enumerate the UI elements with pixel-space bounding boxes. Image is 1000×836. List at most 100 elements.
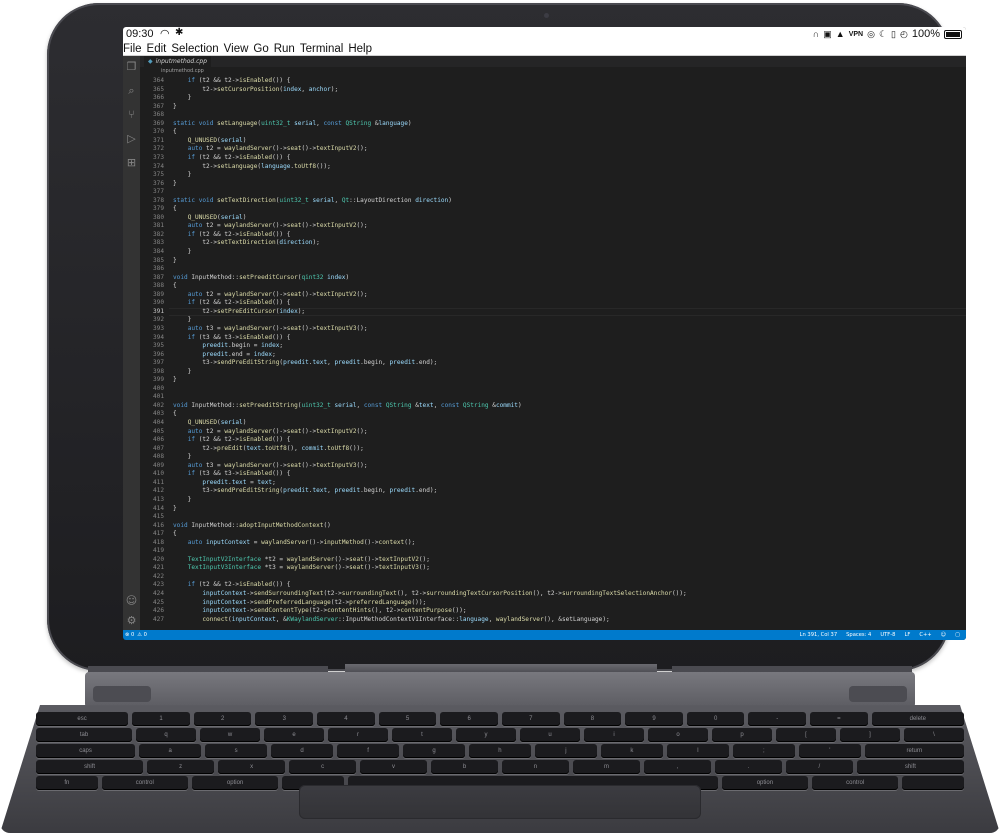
keyboard-key[interactable]: caps — [36, 744, 136, 758]
code-line[interactable]: auto t2 = waylandServer()->seat()->textI… — [173, 428, 368, 437]
code-line[interactable]: auto inputContext = waylandServer()->inp… — [173, 539, 416, 548]
menu-help[interactable]: Help — [348, 43, 372, 55]
code-line[interactable]: { — [173, 205, 177, 214]
menu-selection[interactable]: Selection — [171, 43, 218, 55]
keyboard-key[interactable]: \ — [904, 728, 964, 742]
keyboard-key[interactable] — [902, 776, 964, 790]
code-line[interactable]: if (t3 && t3->isEnabled()) { — [173, 334, 291, 343]
keyboard-key[interactable]: shift — [856, 760, 964, 774]
keyboard-key[interactable]: 9 — [625, 712, 683, 726]
search-icon[interactable]: ⌕ — [125, 84, 138, 97]
code-line[interactable]: static void setLanguage(uint32_t serial,… — [173, 120, 412, 129]
keyboard-key[interactable]: = — [810, 712, 868, 726]
keyboard-key[interactable]: c — [289, 760, 357, 774]
keyboard-key[interactable]: esc — [36, 712, 129, 726]
keyboard-key[interactable]: l — [666, 744, 729, 758]
keyboard-key[interactable]: - — [748, 712, 807, 726]
keyboard-key[interactable]: p — [712, 728, 772, 742]
code-line[interactable]: t2->setPreEditCursor(index); — [173, 308, 305, 317]
errors-count[interactable]: ⊗ 0 — [125, 630, 134, 640]
run-debug-icon[interactable]: ▷ — [125, 132, 138, 145]
keyboard-key[interactable]: ; — [732, 744, 795, 758]
keyboard-key[interactable]: 1 — [132, 712, 190, 726]
code-line[interactable]: Q_UNUSED(serial) — [173, 214, 247, 223]
keyboard-key[interactable]: 6 — [440, 712, 498, 726]
keyboard-key[interactable]: [ — [776, 728, 836, 742]
keyboard-key[interactable]: s — [205, 744, 268, 758]
code-line[interactable]: Q_UNUSED(serial) — [173, 419, 247, 428]
keyboard-key[interactable]: 8 — [563, 712, 622, 726]
keyboard-key[interactable]: 2 — [193, 712, 252, 726]
keyboard-key[interactable]: k — [600, 744, 663, 758]
keyboard-key[interactable]: b — [431, 760, 498, 774]
keyboard-key[interactable]: n — [501, 760, 569, 774]
code-line[interactable]: void InputMethod::setPreeditCursor(qint3… — [173, 274, 349, 283]
keyboard-key[interactable]: control — [812, 776, 899, 790]
code-line[interactable]: if (t2 && t2->isEnabled()) { — [173, 154, 291, 163]
code-line[interactable]: void InputMethod::setPreeditString(uint3… — [173, 402, 522, 411]
code-line[interactable]: t2->setLanguage(language.toUtf8()); — [173, 163, 330, 172]
keyboard-key[interactable]: 0 — [686, 712, 745, 726]
cursor-position[interactable]: Ln 391, Col 37 — [800, 630, 838, 640]
code-line[interactable]: } — [173, 496, 192, 505]
keyboard-key[interactable]: 7 — [501, 712, 560, 726]
extensions-icon[interactable]: ⊞ — [125, 156, 138, 169]
code-line[interactable]: static void setTextDirection(uint32_t se… — [173, 197, 452, 206]
code-line[interactable]: } — [173, 103, 177, 112]
keyboard-key[interactable]: option — [721, 776, 809, 790]
feedback-icon[interactable]: ☺ — [941, 630, 946, 640]
code-line[interactable]: preedit.text = text; — [173, 479, 275, 488]
menu-file[interactable]: File — [123, 43, 142, 55]
code-line[interactable]: void InputMethod::adoptInputMethodContex… — [173, 522, 331, 531]
menu-view[interactable]: View — [224, 43, 249, 55]
keyboard-key[interactable]: m — [572, 760, 640, 774]
keyboard-key[interactable]: 4 — [317, 712, 375, 726]
code-line[interactable]: inputContext->sendSurroundingText(t2->su… — [173, 590, 686, 599]
code-line[interactable]: if (t2 && t2->isEnabled()) { — [173, 231, 291, 240]
keyboard-key[interactable]: y — [456, 728, 516, 742]
source-control-icon[interactable]: ⑂ — [125, 108, 138, 121]
keyboard-key[interactable]: ] — [840, 728, 900, 742]
code-line[interactable]: t3->sendPreEditString(preedit.text, pree… — [173, 359, 437, 368]
code-line[interactable]: } — [173, 248, 192, 257]
keyboard-key[interactable]: 3 — [255, 712, 314, 726]
keyboard-key[interactable]: u — [520, 728, 580, 742]
keyboard-key[interactable]: / — [785, 760, 853, 774]
keyboard-key[interactable]: d — [271, 744, 334, 758]
code-line[interactable]: } — [173, 180, 177, 189]
keyboard-key[interactable]: option — [191, 776, 279, 790]
keyboard-key[interactable]: . — [714, 760, 782, 774]
keyboard-key[interactable]: f — [337, 744, 400, 758]
breadcrumb-file[interactable]: inputmethod.cpp — [161, 68, 204, 74]
menu-run[interactable]: Run — [274, 43, 295, 55]
keyboard-key[interactable]: ' — [798, 744, 861, 758]
code-line[interactable]: } — [173, 257, 177, 266]
keyboard-key[interactable]: h — [468, 744, 531, 758]
keyboard-key[interactable]: r — [328, 728, 388, 742]
keyboard-key[interactable]: o — [648, 728, 708, 742]
code-line[interactable]: t3->sendPreEditString(preedit.text, pree… — [173, 487, 437, 496]
keyboard-key[interactable]: 5 — [378, 712, 437, 726]
code-line[interactable]: } — [173, 171, 192, 180]
code-line[interactable]: auto t2 = waylandServer()->seat()->textI… — [173, 145, 368, 154]
language-mode[interactable]: C++ — [919, 630, 931, 640]
notifications-icon[interactable]: ▢ — [955, 630, 960, 640]
keyboard-key[interactable]: tab — [36, 728, 132, 742]
code-editor[interactable]: 364 if (t2 && t2->isEnabled()) {365 t2->… — [140, 76, 966, 630]
code-line[interactable]: { — [173, 282, 177, 291]
code-line[interactable]: { — [173, 530, 177, 539]
code-line[interactable]: if (t2 && t2->isEnabled()) { — [173, 436, 291, 445]
code-line[interactable]: t2->setCursorPosition(index, anchor); — [173, 86, 338, 95]
code-line[interactable]: TextInputV2Interface *t2 = waylandServer… — [173, 556, 430, 565]
indentation[interactable]: Spaces: 4 — [846, 630, 871, 640]
code-line[interactable]: preedit.begin = index; — [173, 342, 283, 351]
code-line[interactable]: inputContext->sendPreferredLanguage(t2->… — [173, 599, 426, 608]
keyboard-key[interactable]: z — [147, 760, 215, 774]
code-line[interactable]: } — [173, 94, 192, 103]
keyboard-key[interactable]: shift — [36, 760, 144, 774]
code-line[interactable]: inputContext->sendContentType(t2->conten… — [173, 607, 466, 616]
code-line[interactable]: t2->preEdit(text.toUtf8(), commit.toUtf8… — [173, 445, 364, 454]
code-line[interactable]: TextInputV3Interface *t3 = waylandServer… — [173, 564, 430, 573]
code-line[interactable]: if (t2 && t2->isEnabled()) { — [173, 581, 291, 590]
warnings-count[interactable]: ⚠ 0 — [137, 630, 147, 640]
